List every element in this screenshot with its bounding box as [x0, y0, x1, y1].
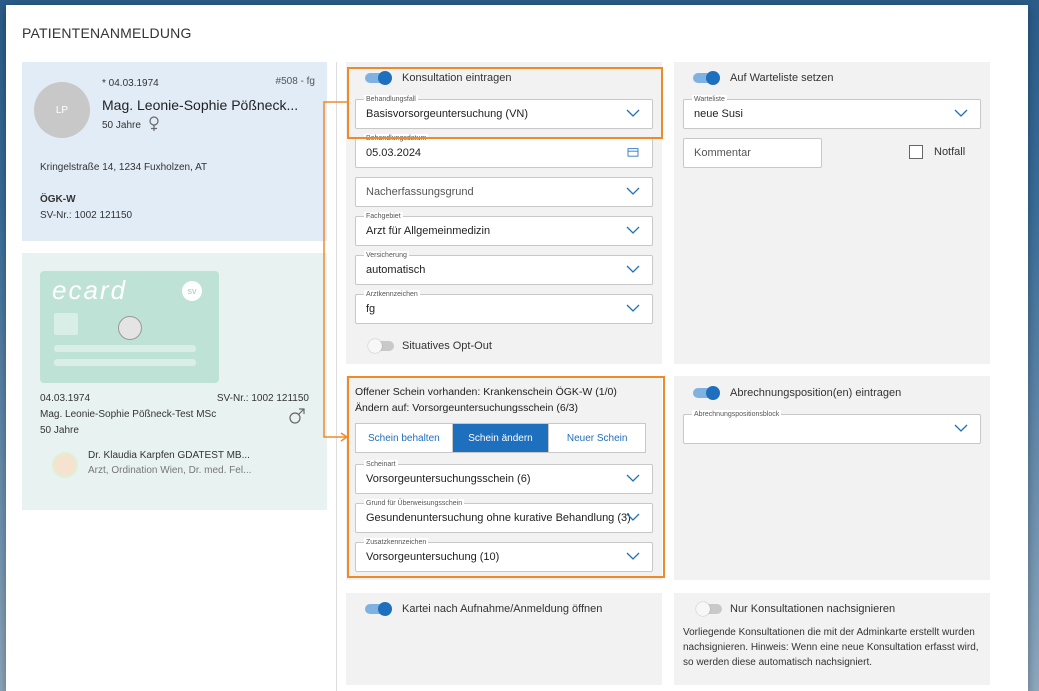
card-stripe [54, 345, 196, 352]
warteliste-select[interactable]: Warteliste neue Susi [683, 95, 981, 129]
arztkennzeichen-select[interactable]: Arztkennzeichen fg [355, 290, 653, 324]
abrechnungspositionsblock-select[interactable]: Abrechnungspositionsblock [683, 410, 981, 444]
connector-arrow-icon [323, 101, 349, 442]
abrechnung-toggle-label: Abrechnungsposition(en) eintragen [730, 387, 902, 399]
kartei-toggle-label: Kartei nach Aufnahme/Anmeldung öffnen [402, 603, 603, 615]
ecard-image: ecard sv [40, 271, 219, 383]
ecard-panel: ecard sv 04.03.1974 SV-Nr.: 1002 121150 … [22, 253, 327, 510]
patient-registration-dialog: PATIENTENANMELDUNG LP * 04.03.1974 #508 … [6, 5, 1028, 691]
dialog-title: PATIENTENANMELDUNG [22, 25, 192, 41]
kartei-toggle[interactable] [365, 602, 393, 616]
behandlungsdatum-field[interactable]: Behandlungsdatum 05.03.2024 [355, 134, 653, 168]
kartei-panel: Kartei nach Aufnahme/Anmeldung öffnen [346, 593, 662, 685]
nachsignieren-description: Vorliegende Konsultationen die mit der A… [683, 627, 979, 668]
warteliste-toggle[interactable] [693, 71, 721, 85]
hologram-icon [118, 316, 142, 340]
patient-age: 50 Jahre [102, 120, 141, 131]
opt-out-label: Situatives Opt-Out [402, 340, 492, 352]
nachsignieren-toggle[interactable] [696, 602, 724, 616]
patient-birthdate: * 04.03.1974 [102, 78, 159, 89]
chevron-down-icon [626, 265, 640, 273]
abrechnung-toggle[interactable] [693, 386, 721, 400]
notfall-label: Notfall [934, 146, 966, 158]
avatar: LP [34, 82, 90, 138]
ecard-logo: ecard [52, 275, 128, 305]
doctor-detail: Arzt, Ordination Wien, Dr. med. Fel... [88, 465, 252, 476]
abrechnung-panel: Abrechnungsposition(en) eintragen Abrech… [674, 376, 990, 580]
nachsignieren-toggle-label: Nur Konsultationen nachsignieren [730, 603, 896, 615]
patient-card[interactable]: LP * 04.03.1974 #508 - fg Mag. Leonie-So… [22, 62, 327, 241]
highlight-behandlungsfall [347, 67, 663, 139]
chevron-down-icon [954, 109, 968, 117]
sv-badge: sv [182, 281, 202, 301]
card-stripe [54, 359, 196, 366]
warteliste-toggle-label: Auf Warteliste setzen [730, 72, 834, 84]
notfall-checkbox[interactable] [909, 145, 923, 159]
ecard-name: Mag. Leonie-Sophie Pößneck-Test MSc [40, 409, 217, 420]
chevron-down-icon [626, 226, 640, 234]
nacherfassungsgrund-select[interactable]: Nacherfassungsgrund [355, 177, 653, 207]
ecard-svnr: SV-Nr.: 1002 121150 [216, 393, 309, 404]
patient-name: Mag. Leonie-Sophie Pößneck... [102, 97, 299, 113]
fachgebiet-select[interactable]: Fachgebiet Arzt für Allgemeinmedizin [355, 212, 653, 246]
nachsignieren-panel: Nur Konsultationen nachsignieren Vorlieg… [674, 593, 990, 685]
patient-insurance: ÖGK-W [40, 194, 76, 205]
kommentar-input[interactable]: Kommentar [683, 138, 822, 168]
chevron-down-icon [954, 424, 968, 432]
chevron-down-icon [626, 304, 640, 312]
male-icon [289, 408, 305, 424]
highlight-schein [347, 376, 665, 578]
warteliste-panel: Auf Warteliste setzen Warteliste neue Su… [674, 62, 990, 364]
patient-address: Kringelstraße 14, 1234 Fuxholzen, AT [40, 162, 208, 173]
patient-id: #508 - fg [275, 76, 315, 87]
versicherung-select[interactable]: Versicherung automatisch [355, 251, 653, 285]
chevron-down-icon [626, 187, 640, 195]
female-icon [149, 116, 159, 131]
opt-out-toggle[interactable] [368, 339, 396, 353]
chip-icon [54, 313, 78, 335]
patient-svnr: SV-Nr.: 1002 121150 [40, 210, 133, 221]
ecard-age: 50 Jahre [40, 425, 79, 436]
doctor-name: Dr. Klaudia Karpfen GDATEST MB... [88, 450, 250, 461]
doctor-avatar [52, 452, 78, 478]
calendar-icon[interactable] [626, 147, 640, 157]
ecard-birthdate: 04.03.1974 [40, 393, 91, 404]
